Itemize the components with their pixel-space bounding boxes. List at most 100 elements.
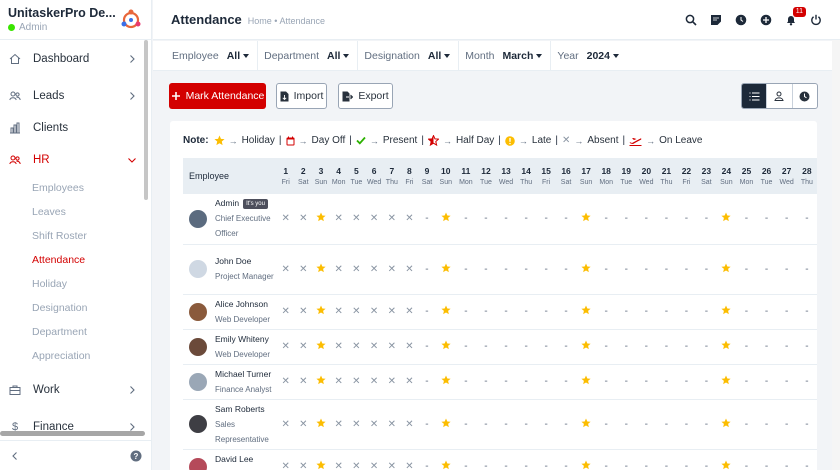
attendance-cell[interactable] bbox=[716, 244, 737, 295]
list-view-button[interactable] bbox=[742, 84, 768, 108]
attendance-cell[interactable]: ✕ bbox=[277, 244, 295, 295]
sticky-note-icon[interactable] bbox=[710, 14, 722, 26]
breadcrumb[interactable]: Home • Attendance bbox=[248, 16, 325, 26]
attendance-cell[interactable] bbox=[716, 329, 737, 365]
employee-name[interactable]: John Doe bbox=[215, 256, 251, 266]
attendance-cell[interactable]: ✕ bbox=[277, 449, 295, 470]
attendance-cell[interactable] bbox=[576, 364, 597, 400]
attendance-cell[interactable]: ✕ bbox=[400, 364, 419, 400]
sidebar-subitem-designation[interactable]: Designation bbox=[0, 296, 151, 320]
employee-name[interactable]: David Lee bbox=[215, 454, 253, 464]
attendance-cell[interactable] bbox=[312, 194, 330, 245]
mark-attendance-button[interactable]: Mark Attendance bbox=[169, 83, 266, 109]
attendance-cell[interactable] bbox=[435, 364, 456, 400]
sidebar-subitem-employees[interactable]: Employees bbox=[0, 176, 151, 200]
attendance-cell[interactable]: ✕ bbox=[383, 329, 401, 365]
help-icon[interactable]: ? bbox=[130, 450, 142, 462]
search-icon[interactable] bbox=[685, 14, 697, 26]
attendance-cell[interactable] bbox=[716, 449, 737, 470]
import-button[interactable]: Import bbox=[276, 83, 327, 109]
attendance-cell[interactable]: ✕ bbox=[294, 244, 313, 295]
page-scrollbar[interactable] bbox=[832, 40, 840, 470]
filter-employee[interactable]: Employee All bbox=[172, 40, 259, 71]
sidebar-scrollbar-vertical[interactable] bbox=[144, 40, 148, 200]
attendance-cell[interactable]: ✕ bbox=[383, 294, 401, 330]
attendance-cell[interactable]: ✕ bbox=[365, 449, 383, 470]
employee-name[interactable]: Alice Johnson bbox=[215, 299, 268, 309]
attendance-cell[interactable]: ✕ bbox=[400, 329, 419, 365]
attendance-cell[interactable] bbox=[576, 194, 597, 245]
attendance-cell[interactable]: ✕ bbox=[400, 244, 419, 295]
attendance-cell[interactable]: ✕ bbox=[365, 329, 383, 365]
avatar[interactable] bbox=[189, 457, 207, 470]
attendance-cell[interactable] bbox=[716, 399, 737, 450]
attendance-cell[interactable] bbox=[435, 449, 456, 470]
employee-name[interactable]: Michael Turner bbox=[215, 369, 271, 379]
attendance-cell[interactable] bbox=[435, 329, 456, 365]
sidebar-subitem-shift-roster[interactable]: Shift Roster bbox=[0, 224, 151, 248]
attendance-cell[interactable] bbox=[435, 194, 456, 245]
sidebar-scrollbar-horizontal[interactable] bbox=[0, 431, 145, 436]
attendance-cell[interactable]: ✕ bbox=[383, 194, 401, 245]
attendance-cell[interactable]: ✕ bbox=[365, 194, 383, 245]
attendance-cell[interactable] bbox=[576, 449, 597, 470]
avatar[interactable] bbox=[189, 415, 207, 433]
sidebar-item-work[interactable]: Work bbox=[0, 374, 151, 406]
filter-department[interactable]: Department All bbox=[264, 40, 359, 71]
attendance-cell[interactable]: ✕ bbox=[294, 364, 313, 400]
attendance-cell[interactable] bbox=[716, 364, 737, 400]
sidebar-item-finance[interactable]: $ Finance bbox=[0, 411, 151, 443]
attendance-cell[interactable]: ✕ bbox=[277, 194, 295, 245]
sidebar-subitem-holiday[interactable]: Holiday bbox=[0, 272, 151, 296]
attendance-cell[interactable] bbox=[312, 399, 330, 450]
attendance-cell[interactable]: ✕ bbox=[329, 449, 348, 470]
attendance-cell[interactable]: ✕ bbox=[347, 449, 366, 470]
attendance-cell[interactable] bbox=[435, 244, 456, 295]
attendance-cell[interactable]: ✕ bbox=[347, 244, 366, 295]
clock-view-button[interactable] bbox=[793, 84, 817, 108]
attendance-cell[interactable]: ✕ bbox=[277, 364, 295, 400]
employee-name[interactable]: Sam Roberts bbox=[215, 404, 265, 414]
attendance-cell[interactable]: ✕ bbox=[383, 244, 401, 295]
attendance-cell[interactable] bbox=[312, 449, 330, 470]
attendance-cell[interactable]: ✕ bbox=[365, 294, 383, 330]
attendance-cell[interactable] bbox=[716, 294, 737, 330]
avatar[interactable] bbox=[189, 337, 207, 356]
sidebar-item-hr[interactable]: HR bbox=[0, 144, 151, 176]
clock-icon[interactable] bbox=[735, 14, 747, 26]
avatar[interactable] bbox=[189, 209, 207, 228]
attendance-cell[interactable]: ✕ bbox=[347, 294, 366, 330]
attendance-cell[interactable]: ✕ bbox=[347, 399, 366, 450]
sidebar-item-leads[interactable]: Leads bbox=[0, 80, 151, 112]
sidebar-subitem-appreciation[interactable]: Appreciation bbox=[0, 344, 151, 368]
attendance-cell[interactable]: ✕ bbox=[383, 449, 401, 470]
employee-view-button[interactable] bbox=[767, 84, 793, 108]
attendance-cell[interactable]: ✕ bbox=[329, 244, 348, 295]
attendance-cell[interactable]: ✕ bbox=[294, 294, 313, 330]
attendance-cell[interactable]: ✕ bbox=[400, 399, 419, 450]
employee-name[interactable]: Emily Whiteny bbox=[215, 334, 269, 344]
attendance-cell[interactable]: ✕ bbox=[383, 364, 401, 400]
avatar[interactable] bbox=[189, 372, 207, 391]
attendance-cell[interactable] bbox=[312, 244, 330, 295]
attendance-cell[interactable]: ✕ bbox=[294, 449, 313, 470]
attendance-cell[interactable]: ✕ bbox=[347, 364, 366, 400]
attendance-cell[interactable]: ✕ bbox=[400, 194, 419, 245]
attendance-cell[interactable] bbox=[576, 329, 597, 365]
attendance-cell[interactable]: ✕ bbox=[383, 399, 401, 450]
attendance-cell[interactable]: ✕ bbox=[365, 364, 383, 400]
collapse-sidebar-icon[interactable] bbox=[10, 451, 20, 461]
attendance-cell[interactable] bbox=[716, 194, 737, 245]
attendance-cell[interactable]: ✕ bbox=[365, 244, 383, 295]
export-button[interactable]: Export bbox=[338, 83, 393, 109]
brand-header[interactable]: UnitaskerPro De... Admin bbox=[0, 0, 151, 40]
add-circle-icon[interactable] bbox=[760, 14, 772, 26]
sidebar-subitem-attendance[interactable]: Attendance bbox=[0, 248, 151, 272]
attendance-cell[interactable]: ✕ bbox=[277, 294, 295, 330]
sidebar-item-dashboard[interactable]: Dashboard bbox=[0, 43, 151, 75]
attendance-cell[interactable]: ✕ bbox=[329, 399, 348, 450]
attendance-cell[interactable] bbox=[435, 399, 456, 450]
attendance-cell[interactable] bbox=[312, 294, 330, 330]
attendance-cell[interactable]: ✕ bbox=[277, 329, 295, 365]
employee-name[interactable]: Admin bbox=[215, 198, 239, 208]
